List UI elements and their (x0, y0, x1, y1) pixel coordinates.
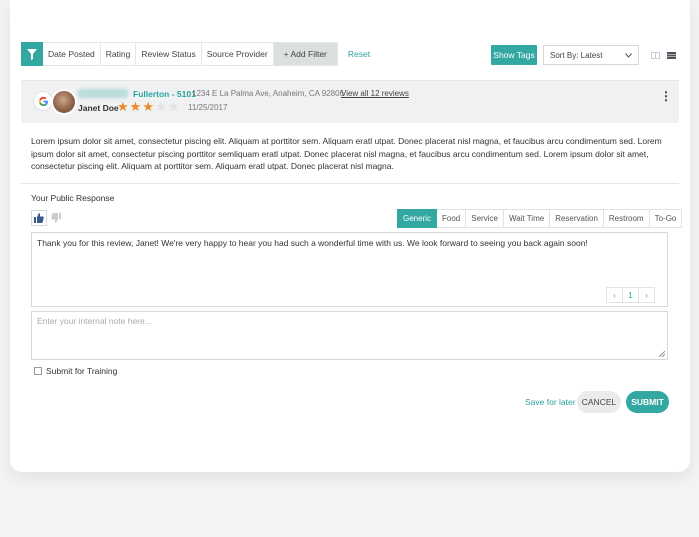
chevron-right-icon[interactable]: › (639, 288, 654, 302)
filter-bar: Date Posted Rating Review Status Source … (21, 42, 370, 66)
public-response-text: Thank you for this review, Janet! We're … (37, 238, 588, 248)
training-checkbox[interactable] (34, 367, 42, 375)
tab-restroom[interactable]: Restroom (603, 209, 650, 228)
google-icon (33, 91, 53, 111)
list-view-icon[interactable] (663, 45, 679, 65)
training-label: Submit for Training (46, 366, 118, 376)
internal-note-placeholder: Enter your internal note here... (37, 316, 152, 326)
reviewer-name: Janet Doe (78, 103, 119, 113)
tab-service[interactable]: Service (466, 209, 504, 228)
filter-date-posted[interactable]: Date Posted (43, 42, 101, 66)
review-text-line: Lorem ipsum dolor sit amet, consectetur … (31, 136, 662, 146)
resize-handle-icon[interactable] (659, 351, 665, 357)
star-icon: ★ (142, 99, 154, 114)
filter-icon[interactable] (21, 42, 43, 66)
thumbs-down-icon[interactable] (48, 210, 64, 226)
submit-button[interactable]: SUBMIT (626, 391, 669, 413)
business-name-link[interactable]: Fullerton - 5101 (133, 89, 196, 99)
sort-select-value: Sort By: Latest (550, 50, 603, 60)
filter-rating[interactable]: Rating (100, 42, 137, 66)
tab-generic[interactable]: Generic (397, 209, 438, 228)
tab-food[interactable]: Food (437, 209, 467, 228)
star-icon: ★ (129, 99, 142, 114)
response-template-tabs: Generic Food Service Wait Time Reservati… (397, 209, 683, 228)
review-text: Lorem ipsum dolor sit amet, consectetur … (31, 135, 671, 173)
pager-page-number: 1 (622, 288, 639, 302)
review-text-line: consectetur piscing elit. Aliquam at por… (31, 161, 394, 171)
thumbs-up-icon[interactable] (31, 210, 47, 226)
show-tags-button[interactable]: Show Tags (491, 45, 537, 65)
template-pager: ‹ 1 › (606, 287, 655, 303)
more-options-icon[interactable]: ⋮ (660, 90, 672, 102)
reset-link[interactable]: Reset (348, 49, 370, 59)
blurred-business-name (78, 89, 128, 98)
sort-select[interactable]: Sort By: Latest (543, 45, 639, 65)
review-text-line: ipsum dolor sit amet, consectetur piscin… (31, 148, 649, 159)
save-for-later-link[interactable]: Save for later (525, 397, 576, 407)
review-date: 11/25/2017 (188, 103, 228, 112)
review-header: Fullerton - 5101 1234 E La Palma Ave, An… (21, 80, 679, 123)
section-divider (21, 183, 679, 184)
chevron-left-icon[interactable]: ‹ (607, 288, 622, 302)
tab-wait-time[interactable]: Wait Time (503, 209, 551, 228)
add-filter-button[interactable]: + Add Filter (273, 42, 338, 66)
grid-view-icon[interactable] (647, 45, 663, 65)
star-rating: ★ ★ ★ ★ ★ (117, 100, 179, 113)
public-response-textarea[interactable]: Thank you for this review, Janet! We're … (31, 232, 668, 307)
chevron-down-icon (625, 51, 632, 60)
tab-to-go[interactable]: To-Go (649, 209, 683, 228)
business-address: 1234 E La Palma Ave, Anaheim, CA 92806 (192, 89, 344, 98)
filter-review-status[interactable]: Review Status (136, 42, 202, 66)
view-all-reviews-link[interactable]: View all 12 reviews (341, 89, 409, 98)
star-icon: ★ (154, 99, 167, 114)
public-response-label: Your Public Response (31, 193, 115, 203)
star-icon: ★ (117, 99, 129, 114)
submit-for-training[interactable]: Submit for Training (34, 366, 117, 376)
star-icon: ★ (167, 99, 180, 114)
tab-reservation[interactable]: Reservation (550, 209, 604, 228)
reviewer-avatar (51, 89, 77, 115)
cancel-button[interactable]: CANCEL (577, 391, 621, 413)
filter-source-provider[interactable]: Source Provider (201, 42, 274, 66)
internal-note-input[interactable]: Enter your internal note here... (31, 311, 668, 360)
